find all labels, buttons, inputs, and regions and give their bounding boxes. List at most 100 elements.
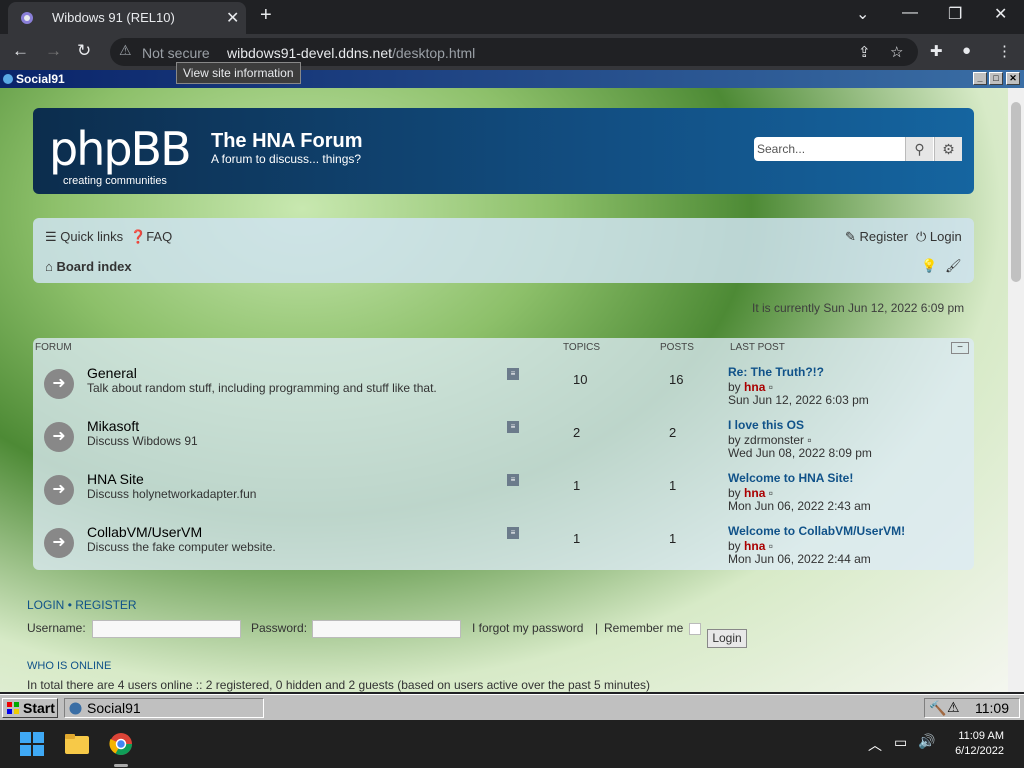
- forum-name[interactable]: CollabVM/UserVM: [87, 524, 202, 540]
- win91-tray: 🔨 ⚠ 11:09: [924, 698, 1020, 718]
- url-text[interactable]: wibdows91-devel.ddns.net/desktop.html: [227, 45, 475, 61]
- network-icon[interactable]: ▭: [894, 734, 907, 751]
- win91-window-titlebar[interactable]: Social91 _ □ ✕: [0, 70, 1024, 88]
- last-post-author: by hna ▫: [728, 380, 773, 394]
- close-window-icon[interactable]: ✕: [994, 4, 1007, 24]
- feed-icon[interactable]: ≡: [507, 527, 519, 539]
- win91-minimize-icon[interactable]: _: [973, 72, 987, 85]
- quick-links-menu[interactable]: ☰ Quick links: [45, 229, 123, 245]
- forum-name[interactable]: HNA Site: [87, 471, 144, 487]
- profile-icon[interactable]: ●: [962, 42, 971, 59]
- login-link[interactable]: ⏻ Login: [916, 229, 962, 245]
- author-link[interactable]: hna: [744, 486, 765, 500]
- system-clock[interactable]: 11:09 AM 6/12/2022: [944, 730, 1004, 757]
- win91-maximize-icon[interactable]: □: [989, 72, 1003, 85]
- last-post-date: Wed Jun 08, 2022 8:09 pm: [728, 446, 872, 460]
- start-button[interactable]: Start: [2, 698, 58, 718]
- author-link[interactable]: zdrmonster: [744, 433, 804, 447]
- page-scrollbar[interactable]: [1008, 88, 1024, 692]
- last-post-title[interactable]: Welcome to HNA Site!: [728, 471, 853, 485]
- site-name: The HNA Forum: [211, 130, 363, 152]
- brush-icon[interactable]: 🖌: [945, 258, 962, 274]
- volume-icon[interactable]: 🔊: [918, 733, 935, 750]
- view-latest-icon[interactable]: ▫: [807, 433, 811, 447]
- search-icon[interactable]: ⚲: [905, 137, 933, 161]
- browser-tab[interactable]: Wibdows 91 (REL10) ✕: [8, 2, 246, 34]
- extensions-icon[interactable]: ✚: [930, 42, 943, 60]
- posts-count: 16: [669, 372, 684, 387]
- board-index-link[interactable]: ⌂ Board index: [45, 259, 132, 274]
- windows-start-icon[interactable]: [20, 732, 44, 756]
- by-label: by: [728, 539, 741, 553]
- login-heading-link[interactable]: LOGIN: [27, 598, 64, 612]
- scrollbar-thumb[interactable]: [1011, 102, 1021, 282]
- view-latest-icon[interactable]: ▫: [769, 380, 773, 394]
- alert-icon[interactable]: ⚠: [947, 699, 960, 716]
- author-link[interactable]: hna: [744, 380, 765, 394]
- feed-icon[interactable]: ≡: [507, 368, 519, 380]
- logo-text: phpBB: [49, 122, 192, 176]
- faq-link[interactable]: ❓FAQ: [130, 229, 172, 245]
- logo-subtext: creating communities: [63, 175, 167, 187]
- win91-close-icon[interactable]: ✕: [1006, 72, 1020, 85]
- last-post-title[interactable]: I love this OS: [728, 418, 804, 432]
- author-link[interactable]: hna: [744, 539, 765, 553]
- topics-count: 1: [573, 531, 581, 546]
- view-latest-icon[interactable]: ▫: [769, 486, 773, 500]
- tab-search-icon[interactable]: ⌄: [856, 4, 869, 24]
- by-label: by: [728, 433, 741, 447]
- phpbb-logo[interactable]: phpBB creating communities: [49, 122, 192, 187]
- forum-page: phpBB creating communities The HNA Forum…: [0, 88, 1008, 692]
- collapse-icon[interactable]: −: [951, 342, 969, 354]
- advanced-search-icon[interactable]: ⚙: [934, 137, 962, 161]
- tab-title: Wibdows 91 (REL10): [52, 10, 175, 25]
- forgot-password-link[interactable]: I forgot my password: [472, 621, 583, 635]
- reload-icon[interactable]: ↻: [77, 41, 91, 61]
- warning-icon[interactable]: ⚠: [119, 42, 132, 59]
- forum-name[interactable]: Mikasoft: [87, 418, 139, 434]
- search-input[interactable]: Search...: [757, 142, 805, 156]
- not-secure-label[interactable]: Not secure: [142, 45, 210, 61]
- forum-row[interactable]: ➜ General Talk about random stuff, inclu…: [33, 358, 974, 411]
- remember-me-label: Remember me: [604, 621, 684, 635]
- forum-row[interactable]: ➜ HNA Site Discuss holynetworkadapter.fu…: [33, 464, 974, 517]
- chevron-up-icon[interactable]: ︿: [868, 735, 882, 755]
- feed-icon[interactable]: ≡: [507, 421, 519, 433]
- username-field[interactable]: [92, 620, 241, 638]
- lightbulb-icon[interactable]: 💡: [921, 258, 937, 274]
- taskbar-item-social91[interactable]: Social91: [64, 698, 264, 718]
- forum-row[interactable]: ➜ CollabVM/UserVM Discuss the fake compu…: [33, 517, 974, 570]
- menu-icon[interactable]: ⋮: [997, 42, 1012, 60]
- username-label: Username:: [27, 621, 86, 635]
- tab-favicon-icon: [21, 12, 33, 24]
- new-tab-icon[interactable]: +: [260, 4, 272, 27]
- faq-label: FAQ: [146, 229, 173, 244]
- register-heading-link[interactable]: REGISTER: [75, 598, 136, 612]
- topics-count: 1: [573, 478, 581, 493]
- register-link[interactable]: ✎ Register: [845, 229, 908, 245]
- last-post-title[interactable]: Re: The Truth?!?: [728, 365, 824, 379]
- bookmark-star-icon[interactable]: ☆: [890, 43, 903, 61]
- view-latest-icon[interactable]: ▫: [769, 539, 773, 553]
- forward-icon[interactable]: →: [45, 41, 62, 61]
- file-explorer-icon[interactable]: [65, 732, 89, 756]
- remember-me-checkbox[interactable]: [689, 623, 701, 635]
- back-icon[interactable]: ←: [12, 41, 29, 61]
- chrome-icon[interactable]: [109, 732, 133, 756]
- maximize-icon[interactable]: ❐: [948, 4, 962, 24]
- start-label: Start: [23, 700, 55, 716]
- tool-icon[interactable]: 🔨: [929, 700, 946, 717]
- share-icon[interactable]: ⇪: [858, 43, 871, 61]
- password-field[interactable]: [312, 620, 461, 638]
- quick-links-label: Quick links: [60, 229, 124, 244]
- forum-desc: Talk about random stuff, including progr…: [87, 381, 437, 395]
- tab-close-icon[interactable]: ✕: [226, 8, 239, 28]
- minimize-icon[interactable]: —: [902, 4, 918, 22]
- login-heading: LOGIN • REGISTER: [27, 598, 137, 612]
- forum-row[interactable]: ➜ Mikasoft Discuss Wibdows 91 ≡ 2 2 I lo…: [33, 411, 974, 464]
- login-button[interactable]: Login: [707, 629, 747, 648]
- forum-name[interactable]: General: [87, 365, 137, 381]
- last-post-title[interactable]: Welcome to CollabVM/UserVM!: [728, 524, 905, 538]
- feed-icon[interactable]: ≡: [507, 474, 519, 486]
- who-is-online-heading[interactable]: WHO IS ONLINE: [27, 660, 111, 672]
